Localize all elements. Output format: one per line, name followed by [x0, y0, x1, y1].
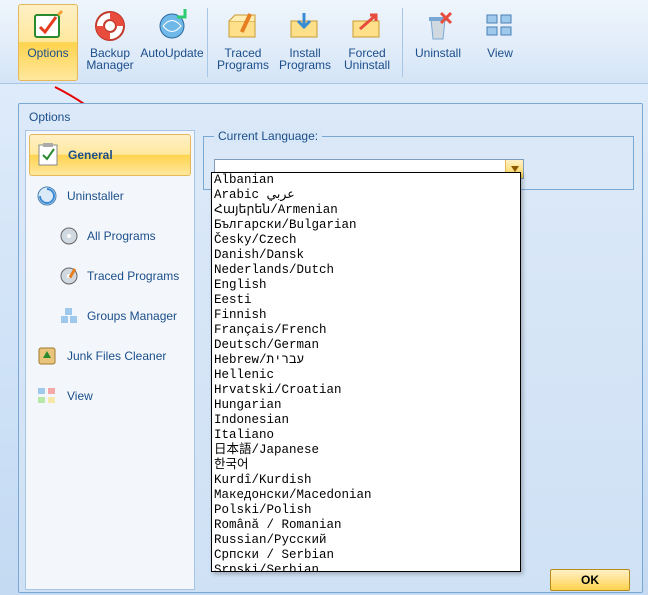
nav-traced-label: Traced Programs [87, 269, 179, 283]
language-option[interactable]: Hungarian [212, 398, 520, 413]
language-option[interactable]: Arabic عربي [212, 188, 520, 203]
language-option[interactable]: Hebrew/עברית [212, 353, 520, 368]
traced-label: Traced Programs [216, 47, 270, 71]
uninstall-button[interactable]: Uninstall [408, 4, 468, 81]
options-window-title: Options [19, 104, 642, 130]
language-option[interactable]: Danish/Dansk [212, 248, 520, 263]
language-option[interactable]: Italiano [212, 428, 520, 443]
nav-uninstaller-label: Uninstaller [67, 189, 124, 203]
nav-junk-label: Junk Files Cleaner [67, 349, 166, 363]
backup-manager-button[interactable]: Backup Manager [80, 4, 140, 81]
folder-down-icon [288, 9, 322, 43]
nav-uninstaller[interactable]: Uninstaller [29, 176, 191, 216]
view-button[interactable]: View [470, 4, 530, 81]
view-icon [35, 384, 59, 408]
recycle-bin-icon [35, 344, 59, 368]
options-body: General Uninstaller All Programs Traced … [19, 130, 642, 590]
language-option[interactable]: Français/French [212, 323, 520, 338]
autoupdate-label: AutoUpdate [140, 47, 203, 59]
options-window: Options General Uninstaller All Programs [18, 103, 643, 593]
nav-groups-manager[interactable]: Groups Manager [29, 296, 191, 336]
language-listbox[interactable]: AlbanianArabic عربيՀայերեն/ArmenianБълга… [211, 172, 521, 572]
options-label: Options [27, 47, 68, 59]
language-option[interactable]: Russian/Русский [212, 533, 520, 548]
language-option[interactable]: Български/Bulgarian [212, 218, 520, 233]
ribbon-toolbar: Options Backup Manager AutoUpdate [0, 0, 648, 84]
options-button[interactable]: Options [18, 4, 78, 81]
separator [207, 8, 208, 77]
language-option[interactable]: Kurdî/Kurdish [212, 473, 520, 488]
language-option[interactable]: Hellenic [212, 368, 520, 383]
folder-pencil-icon [226, 9, 260, 43]
language-option[interactable]: English [212, 278, 520, 293]
language-option[interactable]: Eesti [212, 293, 520, 308]
install-label: Install Programs [278, 47, 332, 71]
clipboard-check-icon [36, 143, 60, 167]
nav-view[interactable]: View [29, 376, 191, 416]
options-nav: General Uninstaller All Programs Traced … [25, 130, 195, 590]
disc-pencil-icon [59, 264, 79, 288]
language-option[interactable]: Српски / Serbian [212, 548, 520, 563]
language-option[interactable]: Deutsch/German [212, 338, 520, 353]
language-option[interactable]: Albanian [212, 173, 520, 188]
language-option[interactable]: Nederlands/Dutch [212, 263, 520, 278]
globe-arrow-icon [155, 9, 189, 43]
nav-general[interactable]: General [29, 134, 191, 176]
groups-icon [59, 304, 79, 328]
view-grid-icon [483, 9, 517, 43]
lifebuoy-icon [93, 9, 127, 43]
language-option[interactable]: Finnish [212, 308, 520, 323]
language-option[interactable]: 한국어 [212, 458, 520, 473]
forced-uninstall-button[interactable]: Forced Uninstall [337, 4, 397, 81]
language-option[interactable]: Srpski/Serbian [212, 563, 520, 572]
language-option[interactable]: Indonesian [212, 413, 520, 428]
nav-traced-programs[interactable]: Traced Programs [29, 256, 191, 296]
language-option[interactable]: Hrvatski/Croatian [212, 383, 520, 398]
language-option[interactable]: 日本語/Japanese [212, 443, 520, 458]
nav-groups-label: Groups Manager [87, 309, 177, 323]
language-option[interactable]: Polski/Polish [212, 503, 520, 518]
forced-label: Forced Uninstall [340, 47, 394, 71]
uninstaller-icon [35, 184, 59, 208]
install-programs-button[interactable]: Install Programs [275, 4, 335, 81]
ok-button[interactable]: OK [550, 569, 630, 591]
options-icon [31, 9, 65, 43]
language-option[interactable]: Հայերեն/Armenian [212, 203, 520, 218]
backup-label: Backup Manager [83, 47, 137, 71]
language-group-label: Current Language: [214, 129, 322, 143]
view-label: View [487, 47, 513, 59]
language-option[interactable]: Română / Romanian [212, 518, 520, 533]
uninstall-label: Uninstall [415, 47, 461, 59]
trash-x-icon [421, 9, 455, 43]
autoupdate-button[interactable]: AutoUpdate [142, 4, 202, 81]
nav-all-programs[interactable]: All Programs [29, 216, 191, 256]
ok-label: OK [581, 573, 599, 587]
disc-icon [59, 224, 79, 248]
separator [402, 8, 403, 77]
nav-all-label: All Programs [87, 229, 156, 243]
options-panel: Current Language: AlbanianArabic عربيՀայ… [201, 130, 636, 590]
nav-general-label: General [68, 148, 113, 162]
nav-view-label: View [67, 389, 93, 403]
nav-junk-cleaner[interactable]: Junk Files Cleaner [29, 336, 191, 376]
folder-arrow-icon [350, 9, 384, 43]
language-option[interactable]: Македонски/Macedonian [212, 488, 520, 503]
language-option[interactable]: Česky/Czech [212, 233, 520, 248]
traced-programs-button[interactable]: Traced Programs [213, 4, 273, 81]
